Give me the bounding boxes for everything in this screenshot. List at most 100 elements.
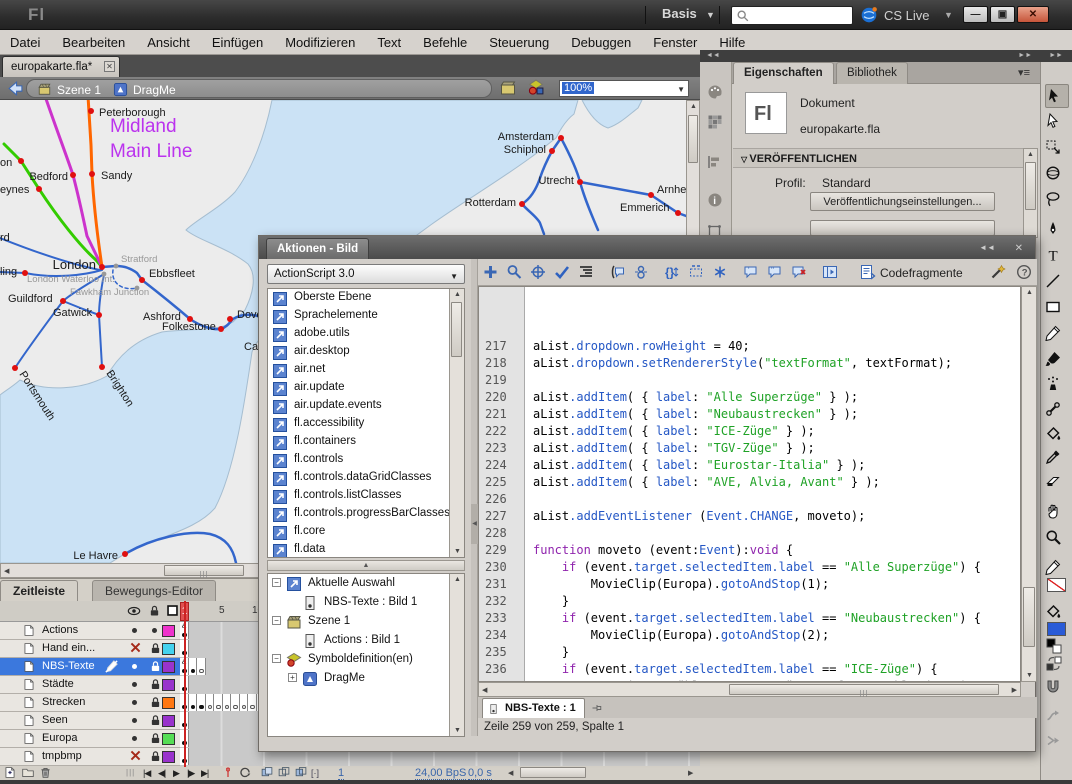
frame-cell[interactable] [248,694,257,711]
tab-eigenschaften[interactable]: Eigenschaften [733,62,834,84]
scroll-up-icon[interactable]: ▲ [1027,151,1034,158]
frame-cell[interactable] [197,658,206,675]
layer-outline-color-swatch[interactable] [162,661,175,673]
check-syntax-icon[interactable] [554,264,572,282]
properties-scroll-thumb[interactable] [1025,162,1036,210]
free-transform-tool[interactable] [1045,136,1069,160]
breadcrumb-symbol[interactable]: DragMe [133,83,176,97]
city-dot[interactable] [96,312,102,318]
back-arrow-icon[interactable] [7,80,24,97]
city-dot[interactable] [675,210,681,216]
script-tab[interactable]: NBS-Texte : 1 [482,698,585,718]
info-panel-icon[interactable]: i [707,192,723,208]
code-vertical-scrollbar[interactable]: ▲ ▼ [1021,286,1037,682]
scroll-down-icon[interactable]: ▼ [454,727,461,734]
menu-einfügen[interactable]: Einfügen [212,35,263,50]
city-dot[interactable] [89,171,95,177]
frame-cell[interactable] [223,694,232,711]
onion-skin-icon[interactable] [260,766,274,779]
outline-all-layers-icon[interactable] [166,604,179,617]
lasso-tool[interactable] [1045,188,1069,212]
stroke-color-swatch[interactable] [1047,578,1066,592]
navigator-item-szene-1[interactable]: −Szene 1 [268,612,464,631]
workspace-button[interactable]: Basis [662,6,697,21]
stage-hscroll-thumb[interactable]: ||| [164,565,244,576]
layer-locked-icon[interactable] [149,642,162,655]
brush-tool[interactable] [1045,348,1069,372]
layer-visible-dot[interactable] [132,736,137,741]
navigator-item-nbs-texte-bild-1[interactable]: NBS-Texte : Bild 1 [268,593,464,612]
delete-layer-icon[interactable] [39,766,52,779]
menu-bearbeiten[interactable]: Bearbeiten [62,35,125,50]
elapsed-time-value[interactable]: 0,0 s [468,767,492,780]
pin-script-icon[interactable] [590,702,604,714]
scroll-left-icon[interactable]: ◀ [4,567,9,575]
menu-datei[interactable]: Datei [10,35,40,50]
breadcrumb-scene[interactable]: Szene 1 [57,83,101,97]
city-dot[interactable] [227,316,233,322]
show-hide-toolbox-icon[interactable] [822,264,840,282]
workspace-arrow-icon[interactable]: ▼ [706,10,715,20]
layer-visible-dot[interactable] [132,718,137,723]
subselection-tool[interactable] [1045,110,1069,134]
city-dot[interactable] [88,108,94,114]
eraser-tool[interactable] [1045,470,1069,494]
show-code-hint-icon[interactable] [609,264,627,282]
color-panel-icon[interactable] [707,84,723,100]
toolbox-splitter[interactable]: ▲ [267,560,465,571]
menu-modifizieren[interactable]: Modifizieren [285,35,355,50]
toolbox-item-fl.core[interactable]: fl.core [268,523,464,541]
toolbox-item-fl.accessibility[interactable]: fl.accessibility [268,415,464,433]
modify-markers-icon[interactable]: [·] [311,768,319,778]
tools-collapse-bar[interactable]: ►► [1040,50,1072,62]
scroll-up-icon[interactable]: ▲ [454,576,461,583]
toolbox-item-Oberste Ebene[interactable]: Oberste Ebene [268,289,464,307]
text-tool[interactable]: T [1045,244,1069,268]
layer-visible-dot[interactable] [132,664,137,669]
layer-locked-icon[interactable] [149,714,162,727]
layer-locked-icon[interactable] [149,732,162,745]
zoom-dropdown-arrow-icon[interactable]: ▼ [677,85,685,94]
code-horizontal-scrollbar[interactable]: ◀ ||| ▶ [478,682,1021,697]
minimize-button[interactable]: — [963,6,988,23]
toolbox-item-air.net[interactable]: air.net [268,361,464,379]
loop-playback-icon[interactable] [238,766,252,779]
timeline-hscroll-thumb[interactable] [520,767,586,778]
actions-title-bar[interactable]: Aktionen - Bild ◄◄ ✕ [259,236,1035,259]
3d-rotation-tool[interactable] [1045,162,1069,186]
city-dot[interactable] [558,135,564,141]
debug-options-icon[interactable] [633,264,651,282]
layer-unlocked-dot[interactable] [152,628,157,633]
city-dot[interactable] [12,365,18,371]
city-dot[interactable] [60,298,66,304]
layer-visible-dot[interactable] [132,682,137,687]
add-script-icon[interactable] [482,264,500,282]
properties-scrollbar[interactable]: ▲ [1023,148,1038,238]
city-dot[interactable] [99,264,105,270]
lock-all-layers-icon[interactable] [148,604,161,618]
layer-outline-color-swatch[interactable] [162,751,175,763]
frame-cell[interactable] [231,694,240,711]
snap-magnet-tool[interactable] [1045,676,1069,700]
toolbox-item-fl.containers[interactable]: fl.containers [268,433,464,451]
layer-outline-color-swatch[interactable] [162,697,175,709]
collapse-icon[interactable]: − [272,616,281,625]
city-dot[interactable] [18,158,24,164]
scroll-up-icon[interactable]: ▲ [1026,289,1033,296]
toolbox-item-Sprachelemente[interactable]: Sprachelemente [268,307,464,325]
toolbox-item-air.update.events[interactable]: air.update.events [268,397,464,415]
publish-section-header[interactable]: ▽ VERÖFFENTLICHEN [733,148,1023,168]
panel-menu-icon[interactable]: ▾≡ [1018,66,1030,79]
frame-cell[interactable] [197,694,206,711]
dock-collapse-bar[interactable]: ◄◄ ►► [700,50,1040,62]
layer-hidden-icon[interactable] [129,749,142,762]
city-dot[interactable] [122,551,128,557]
new-layer-icon[interactable] [3,766,17,779]
city-dot[interactable] [114,264,119,269]
toolbox-scrollbar[interactable]: ▲ ▼ [449,289,464,557]
collapse-selection-icon[interactable] [688,264,706,282]
layer-outline-color-swatch[interactable] [162,715,175,727]
scroll-left-icon[interactable]: ◀ [482,686,487,694]
go-to-last-frame-button[interactable]: ▶| [201,768,208,779]
collapse-left-pane-icon[interactable]: ◀ [471,504,478,544]
